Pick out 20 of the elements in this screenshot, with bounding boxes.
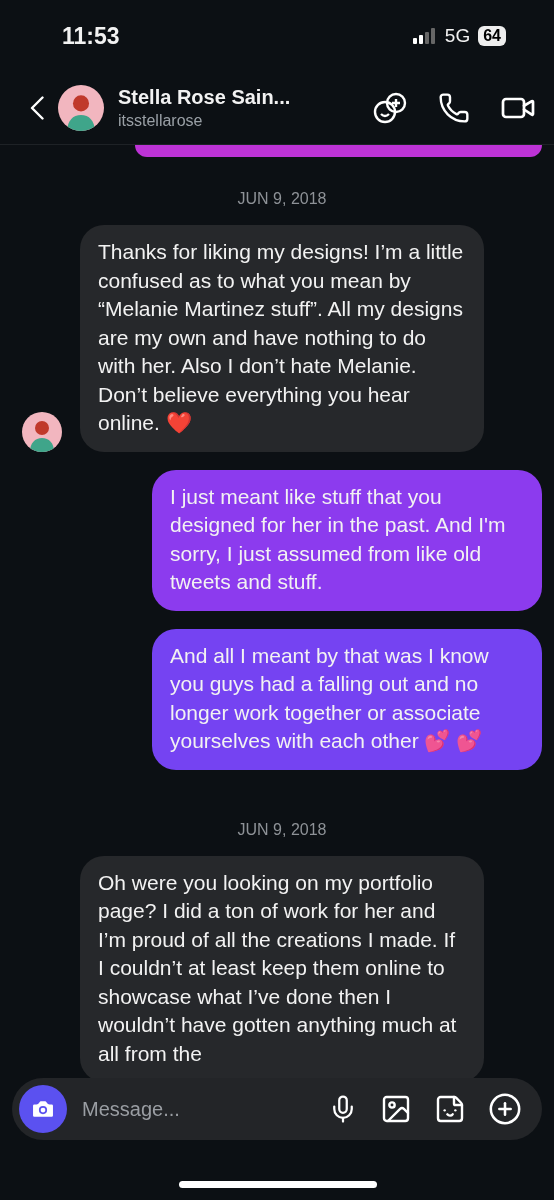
clock-time: 11:53 [62,22,120,50]
add-icon[interactable] [488,1092,522,1126]
date-separator: JUN 9, 2018 [237,820,327,839]
add-people-icon[interactable] [372,90,408,126]
message-field[interactable]: Message... [80,1096,328,1122]
phone-icon[interactable] [438,92,470,124]
contact-username: itsstellarose [118,112,204,130]
message-bubble: And all I meant by that was I know you guys had a falling out and no longer work together or associate yourselves with each other 💕 💕 [152,628,542,770]
sticker-icon[interactable] [434,1093,466,1125]
message-bubble: Thanks for liking my designs! I’m a little confused as to what you mean by “Melanie Martinez stuff”. All my designs are my own and have nothing to do with her. Also I don’t hate Melanie. Don’t believe everything you hear online. ❤ [80,225,484,452]
signal-icon [412,28,437,44]
avatar [58,85,104,131]
contact-name[interactable]: Stella Rose Sain... [118,86,372,109]
battery-level: 64 [478,26,506,46]
network-label: 5G [444,25,471,47]
date-separator: JUN 9, 2018 [237,190,327,208]
camera-button[interactable] [19,1085,67,1133]
message-bubble: I just meant like stuff that you designed for her in the past. And I'm sorry, I just assumed from like old tweets and stuff. [152,469,542,611]
image-icon[interactable] [380,1093,412,1125]
back-icon[interactable] [30,96,44,120]
